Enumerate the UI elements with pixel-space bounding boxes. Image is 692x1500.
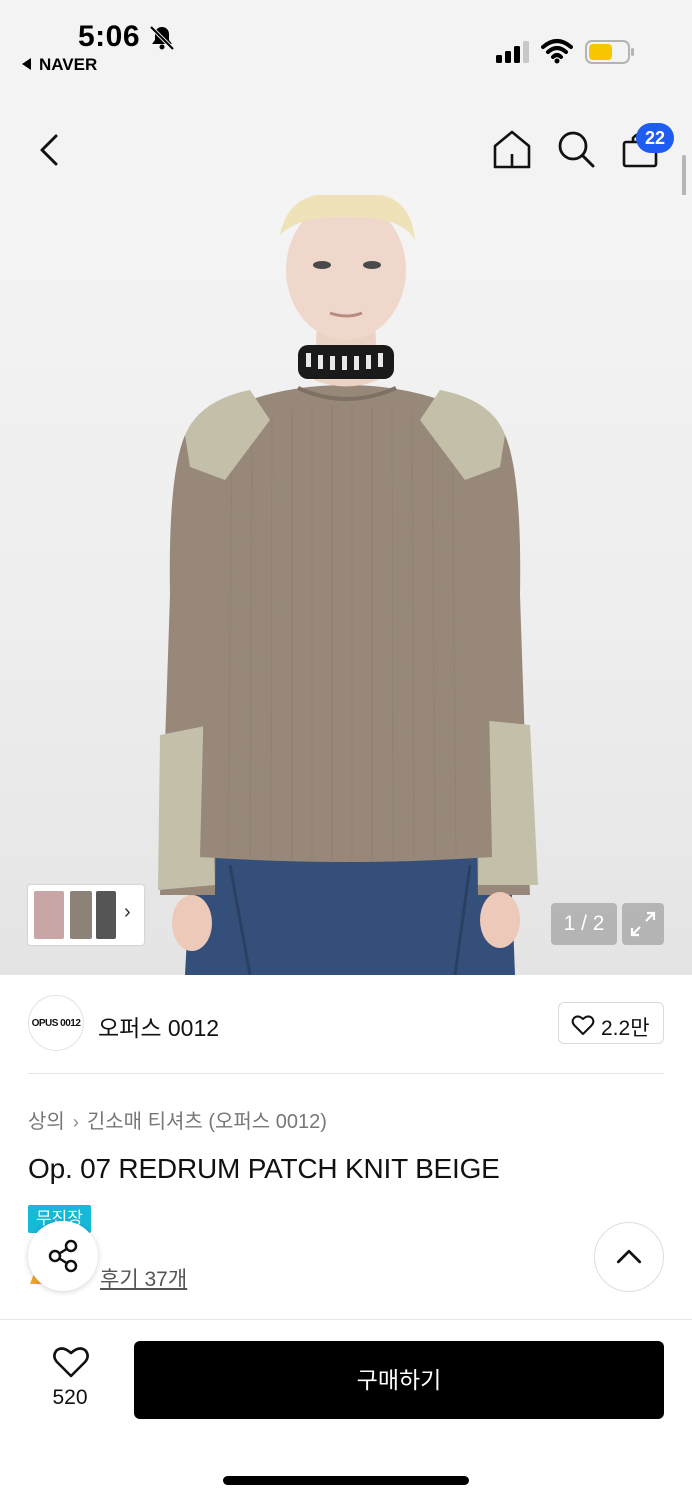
thumbnail-strip[interactable]: › (28, 885, 144, 945)
home-indicator (223, 1476, 469, 1485)
divider (28, 1073, 664, 1074)
breadcrumb-item-1[interactable]: 상의 (28, 1111, 65, 1133)
scroll-to-top-button[interactable] (594, 1222, 664, 1292)
breadcrumb-separator-icon: › (72, 1112, 79, 1132)
search-icon[interactable] (554, 127, 598, 171)
thumbnail-next-icon[interactable]: › (124, 901, 131, 924)
wishlist-count: 520 (52, 1386, 88, 1409)
buy-button[interactable]: 구매하기 (134, 1341, 664, 1419)
back-app-label: NAVER (39, 55, 98, 74)
image-page-counter: 1 / 2 (551, 903, 617, 945)
back-arrow-icon[interactable] (30, 128, 70, 172)
battery-icon (585, 40, 634, 64)
brand-logo[interactable]: OPUS 0012 (28, 995, 84, 1051)
cellular-signal-icon (496, 41, 529, 63)
bell-muted-icon (149, 25, 175, 51)
brand-name[interactable]: 오퍼스 0012 (98, 1009, 219, 1043)
share-button[interactable] (28, 1221, 98, 1291)
product-title: Op. 07 REDRUM PATCH KNIT BEIGE (28, 1153, 500, 1184)
product-image[interactable] (0, 195, 692, 975)
thumbnail-3[interactable] (96, 891, 116, 939)
cart-count-badge: 22 (636, 123, 674, 153)
breadcrumb: 상의 › 긴소매 티셔츠 (오퍼스 0012) (28, 1105, 327, 1134)
brand-like-count: 2.2만 (601, 1017, 650, 1040)
wifi-icon (541, 39, 573, 64)
home-icon[interactable] (490, 127, 534, 171)
brand-like-button[interactable]: 2.2만 (558, 1002, 664, 1044)
thumbnail-2[interactable] (70, 891, 92, 939)
expand-icon[interactable] (622, 903, 664, 945)
model-illustration (158, 195, 538, 975)
thumbnail-1[interactable] (34, 891, 64, 939)
status-time: 5:06 (78, 20, 141, 53)
review-link[interactable]: 후기 37개 (100, 1263, 187, 1293)
back-to-app-link[interactable]: NAVER (22, 55, 97, 75)
heart-outline-icon (571, 1015, 595, 1035)
breadcrumb-item-2[interactable]: 긴소매 티셔츠 (오퍼스 0012) (87, 1111, 327, 1133)
wishlist-heart-icon[interactable] (52, 1345, 90, 1379)
back-triangle-icon (22, 58, 31, 70)
